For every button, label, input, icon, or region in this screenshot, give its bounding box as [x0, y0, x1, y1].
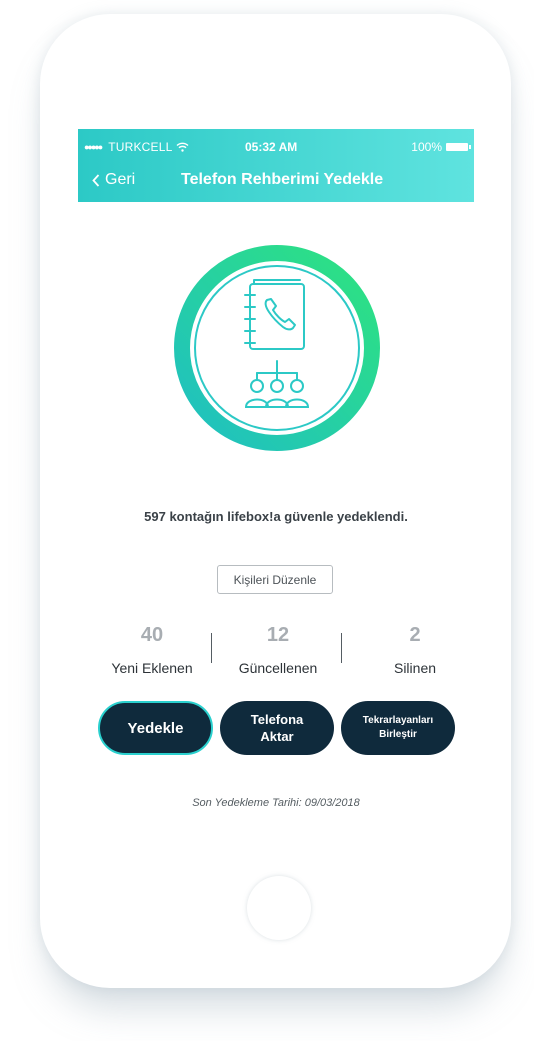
- back-label: Geri: [105, 171, 136, 188]
- stat-updated: 12 Güncellenen: [218, 624, 338, 676]
- top-bar: ●●●●● TURKCELL 05:32 AM 100% Geri Telefo…: [78, 129, 474, 202]
- people-network-icon: [244, 360, 310, 408]
- transfer-button-label: Telefona Aktar: [251, 711, 304, 745]
- stat-deleted-label: Silinen: [393, 660, 437, 676]
- last-backup-date: Son Yedekleme Tarihi: 09/03/2018: [192, 797, 360, 809]
- stat-new: 40 Yeni Eklenen: [92, 624, 212, 676]
- backup-stats: 40 Yeni Eklenen 12 Güncellenen 2 Silinen: [78, 624, 474, 682]
- merge-button-label: Tekrarlayanları Birleştir: [363, 714, 433, 742]
- transfer-label-line1: Telefona: [250, 712, 304, 727]
- status-time: 05:32 AM: [245, 140, 298, 154]
- home-button[interactable]: [247, 876, 311, 940]
- stat-divider: [341, 633, 342, 663]
- contact-backup-illustration: [174, 245, 380, 451]
- backup-summary: 597 kontağın lifebox!a güvenle yedeklend…: [78, 507, 474, 526]
- transfer-label-line2: Aktar: [260, 729, 294, 744]
- page-title: Telefon Rehberimi Yedekle: [181, 171, 384, 188]
- backup-button[interactable]: Yedekle: [98, 701, 213, 755]
- contact-count: 597: [144, 509, 166, 524]
- stat-deleted: 2 Silinen: [355, 624, 475, 676]
- wifi-icon: [177, 142, 189, 152]
- stat-new-value: 40: [140, 624, 164, 646]
- battery-icon: [446, 143, 471, 151]
- battery-status: 100%: [411, 140, 471, 154]
- merge-duplicates-button[interactable]: Tekrarlayanları Birleştir: [341, 701, 455, 755]
- merge-label-line1: Tekrarlayanları: [362, 715, 434, 726]
- stat-updated-value: 12: [266, 624, 290, 646]
- chevron-left-icon: [92, 173, 100, 187]
- app-screen: ●●●●● TURKCELL 05:32 AM 100% Geri Telefo…: [78, 129, 474, 845]
- status-bar: ●●●●● TURKCELL 05:32 AM 100%: [78, 137, 474, 155]
- backup-button-label: Yedekle: [127, 719, 184, 737]
- navigation-bar: Geri Telefon Rehberimi Yedekle: [78, 169, 474, 193]
- back-button[interactable]: Geri: [92, 171, 135, 189]
- contact-book-icon: [244, 279, 305, 350]
- carrier-info: ●●●●● TURKCELL: [84, 140, 189, 154]
- merge-label-line2: Birleştir: [379, 729, 417, 740]
- signal-dots-icon: ●●●●●: [84, 142, 103, 152]
- summary-text: kontağın lifebox!a güvenle yedeklendi.: [165, 509, 408, 524]
- stat-updated-label: Güncellenen: [238, 660, 318, 676]
- edit-contacts-button[interactable]: Kişileri Düzenle: [217, 565, 333, 594]
- stat-new-label: Yeni Eklenen: [111, 660, 193, 676]
- carrier-name: TURKCELL: [108, 140, 173, 154]
- battery-percent: 100%: [411, 140, 442, 154]
- stat-divider: [211, 633, 212, 663]
- transfer-to-phone-button[interactable]: Telefona Aktar: [220, 701, 334, 755]
- stage: ●●●●● TURKCELL 05:32 AM 100% Geri Telefo…: [0, 0, 534, 1041]
- stat-deleted-value: 2: [409, 624, 421, 646]
- phone-icon: [264, 298, 296, 331]
